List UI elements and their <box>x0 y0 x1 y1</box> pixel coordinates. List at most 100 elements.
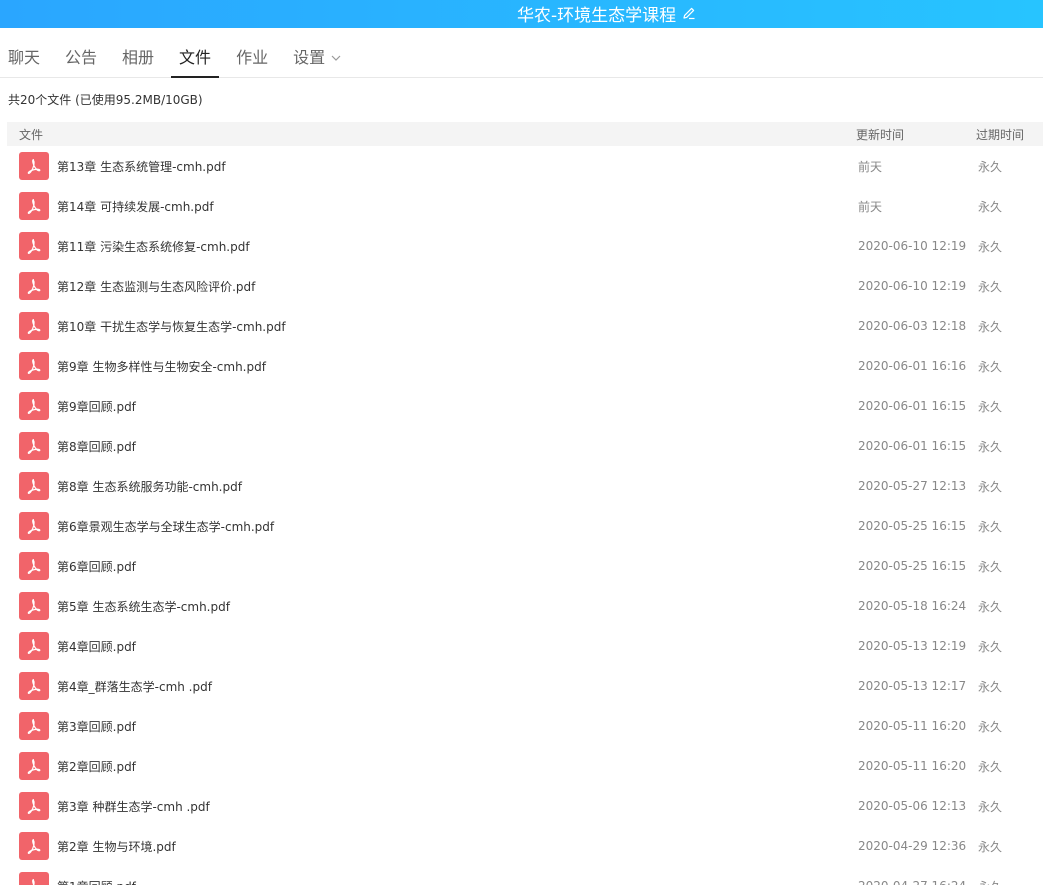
expiry: 永久 <box>978 719 1003 734</box>
file-name-cell: 第2章 生物与环境.pdf <box>7 832 856 860</box>
pdf-icon <box>19 152 49 180</box>
pdf-icon <box>19 712 49 740</box>
pdf-icon <box>19 512 49 540</box>
tab-label: 相册 <box>122 48 155 67</box>
expiry: 永久 <box>978 839 1003 854</box>
pdf-icon <box>19 672 49 700</box>
table-row[interactable]: 第9章回顾.pdf 2020-06-01 16:15 永久 <box>7 386 1043 426</box>
file-name[interactable]: 第3章 种群生态学-cmh .pdf <box>57 798 210 815</box>
tab-settings[interactable]: 设置 <box>285 48 349 77</box>
table-row[interactable]: 第6章回顾.pdf 2020-05-25 16:15 永久 <box>7 546 1043 586</box>
updated-time: 2020-06-10 12:19 <box>858 239 967 253</box>
expiry: 永久 <box>978 439 1003 454</box>
updated-time: 2020-05-11 16:20 <box>858 759 967 773</box>
file-name[interactable]: 第4章_群落生态学-cmh .pdf <box>57 678 212 695</box>
file-name-cell: 第3章回顾.pdf <box>7 712 856 740</box>
updated-time: 2020-05-27 12:13 <box>858 479 967 493</box>
tab-announcements[interactable]: 公告 <box>57 48 105 77</box>
table-row[interactable]: 第6章景观生态学与全球生态学-cmh.pdf 2020-05-25 16:15 永久 <box>7 506 1043 546</box>
file-name[interactable]: 第12章 生态监测与生态风险评价.pdf <box>57 278 255 295</box>
updated-time: 2020-05-18 16:24 <box>858 599 967 613</box>
pdf-icon <box>19 792 49 820</box>
file-name-cell: 第13章 生态系统管理-cmh.pdf <box>7 152 856 180</box>
updated-time: 2020-05-25 16:15 <box>858 519 967 533</box>
table-row[interactable]: 第4章回顾.pdf 2020-05-13 12:19 永久 <box>7 626 1043 666</box>
file-name-cell: 第8章回顾.pdf <box>7 432 856 460</box>
updated-time: 2020-05-13 12:17 <box>858 679 967 693</box>
table-row[interactable]: 第10章 干扰生态学与恢复生态学-cmh.pdf 2020-06-03 12:18… <box>7 306 1043 346</box>
tab-files[interactable]: 文件 <box>171 48 220 78</box>
table-row[interactable]: 第2章 生物与环境.pdf 2020-04-29 12:36 永久 <box>7 826 1043 866</box>
file-name[interactable]: 第9章 生物多样性与生物安全-cmh.pdf <box>57 358 266 375</box>
expiry: 永久 <box>978 159 1003 174</box>
file-name-cell: 第5章 生态系统生态学-cmh.pdf <box>7 592 856 620</box>
file-name[interactable]: 第2章回顾.pdf <box>57 758 136 775</box>
updated-time: 2020-06-01 16:15 <box>858 439 967 453</box>
file-name[interactable]: 第11章 污染生态系统修复-cmh.pdf <box>57 238 250 255</box>
file-name-cell: 第10章 干扰生态学与恢复生态学-cmh.pdf <box>7 312 856 340</box>
expiry: 永久 <box>978 319 1003 334</box>
pdf-icon <box>19 472 49 500</box>
file-name-cell: 第4章回顾.pdf <box>7 632 856 660</box>
edit-icon[interactable] <box>682 6 696 20</box>
table-row[interactable]: 第12章 生态监测与生态风险评价.pdf 2020-06-10 12:19 永久 <box>7 266 1043 306</box>
tab-homework[interactable]: 作业 <box>228 48 276 77</box>
pdf-icon <box>19 312 49 340</box>
pdf-icon <box>19 392 49 420</box>
table-row[interactable]: 第8章 生态系统服务功能-cmh.pdf 2020-05-27 12:13 永久 <box>7 466 1043 506</box>
table-row[interactable]: 第11章 污染生态系统修复-cmh.pdf 2020-06-10 12:19 永久 <box>7 226 1043 266</box>
pdf-icon <box>19 552 49 580</box>
tab-label: 公告 <box>65 48 98 67</box>
updated-time: 2020-05-06 12:13 <box>858 799 967 813</box>
pdf-icon <box>19 592 49 620</box>
table-row[interactable]: 第4章_群落生态学-cmh .pdf 2020-05-13 12:17 永久 <box>7 666 1043 706</box>
tab-label: 设置 <box>293 48 326 67</box>
table-row[interactable]: 第2章回顾.pdf 2020-05-11 16:20 永久 <box>7 746 1043 786</box>
app-header: 华农-环境生态学课程 <box>0 0 1043 28</box>
updated-time: 2020-05-13 12:19 <box>858 639 967 653</box>
table-row[interactable]: 第1章回顾.pdf 2020-04-27 16:24永久 <box>7 866 1043 885</box>
file-name[interactable]: 第6章景观生态学与全球生态学-cmh.pdf <box>57 518 274 535</box>
table-row[interactable]: 第3章回顾.pdf 2020-05-11 16:20 永久 <box>7 706 1043 746</box>
pdf-icon <box>19 632 49 660</box>
expiry: 永久 <box>978 239 1003 254</box>
updated-time: 2020-05-25 16:15 <box>858 559 967 573</box>
column-header-name[interactable]: 文件 <box>7 126 856 143</box>
file-name-cell: 第9章 生物多样性与生物安全-cmh.pdf <box>7 352 856 380</box>
file-name-cell: 第14章 可持续发展-cmh.pdf <box>7 192 856 220</box>
tab-chat[interactable]: 聊天 <box>0 48 48 77</box>
file-name[interactable]: 第3章回顾.pdf <box>57 718 136 735</box>
table-row[interactable]: 第14章 可持续发展-cmh.pdf 前天 永久 <box>7 186 1043 226</box>
updated-time: 2020-05-11 16:20 <box>858 719 967 733</box>
file-name[interactable]: 第13章 生态系统管理-cmh.pdf <box>57 158 226 175</box>
file-name[interactable]: 第8章回顾.pdf <box>57 438 136 455</box>
file-name-cell: 第8章 生态系统服务功能-cmh.pdf <box>7 472 856 500</box>
file-name[interactable]: 第4章回顾.pdf <box>57 638 136 655</box>
file-name[interactable]: 第8章 生态系统服务功能-cmh.pdf <box>57 478 242 495</box>
expiry: 永久 <box>978 878 1043 885</box>
chevron-down-icon <box>331 55 341 61</box>
file-name[interactable]: 第5章 生态系统生态学-cmh.pdf <box>57 598 230 615</box>
table-row[interactable]: 第3章 种群生态学-cmh .pdf 2020-05-06 12:13 永久 <box>7 786 1043 826</box>
tab-album[interactable]: 相册 <box>114 48 162 77</box>
file-name-cell: 第11章 污染生态系统修复-cmh.pdf <box>7 232 856 260</box>
file-name[interactable]: 第6章回顾.pdf <box>57 558 136 575</box>
file-name[interactable]: 第14章 可持续发展-cmh.pdf <box>57 198 214 215</box>
file-name[interactable]: 第1章回顾.pdf <box>57 878 136 885</box>
file-table: 文件 更新时间 过期时间 第13章 生态系统管理-cmh.pdf 前天 永久 第14章… <box>7 122 1043 885</box>
file-name[interactable]: 第2章 生物与环境.pdf <box>57 838 176 855</box>
table-row[interactable]: 第5章 生态系统生态学-cmh.pdf 2020-05-18 16:24 永久 <box>7 586 1043 626</box>
file-name[interactable]: 第10章 干扰生态学与恢复生态学-cmh.pdf <box>57 318 286 335</box>
column-header-updated[interactable]: 更新时间 <box>856 126 976 143</box>
file-name[interactable]: 第9章回顾.pdf <box>57 398 136 415</box>
expiry: 永久 <box>978 559 1003 574</box>
table-body: 第13章 生态系统管理-cmh.pdf 前天 永久 第14章 可持续发展-cmh.pd… <box>7 146 1043 885</box>
expiry: 永久 <box>978 759 1003 774</box>
expiry: 永久 <box>978 799 1003 814</box>
table-row[interactable]: 第13章 生态系统管理-cmh.pdf 前天 永久 <box>7 146 1043 186</box>
updated-time: 前天 <box>858 159 883 174</box>
updated-time: 2020-04-27 16:24 <box>856 879 978 885</box>
column-header-expires[interactable]: 过期时间 <box>976 126 1043 143</box>
table-row[interactable]: 第8章回顾.pdf 2020-06-01 16:15 永久 <box>7 426 1043 466</box>
table-row[interactable]: 第9章 生物多样性与生物安全-cmh.pdf 2020-06-01 16:16 永久 <box>7 346 1043 386</box>
